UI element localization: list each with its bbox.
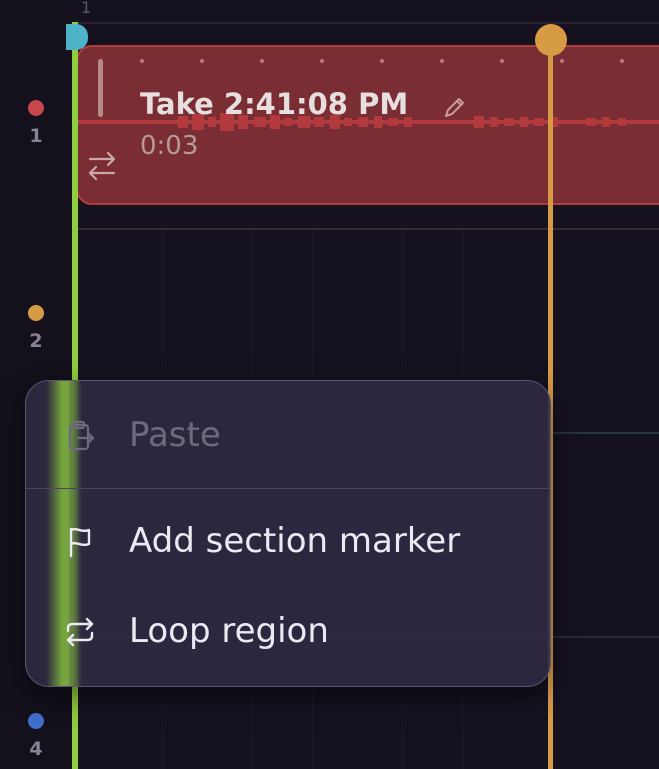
menu-item-paste[interactable]: Paste [26,393,550,479]
region-title: Take 2:41:08 PM [140,87,409,121]
ruler-divider [72,22,659,24]
region-grid-dot [380,59,384,63]
secondary-playhead-handle[interactable] [535,24,567,56]
region-grid-dot [140,59,144,63]
track-2-number: 2 [29,330,43,352]
track-1-color-dot[interactable] [28,100,44,116]
swap-arrows-icon[interactable] [84,147,120,183]
region-duration: 0:03 [140,131,199,161]
menu-item-label: Paste [129,415,221,455]
region-grid-dot [620,59,624,63]
audio-region[interactable]: Take 2:41:08 PM 0:03 [76,45,659,205]
track-4-number: 4 [29,738,43,760]
menu-item-label: Add section marker [129,521,461,561]
region-grid-dot [500,59,504,63]
loop-icon [66,617,94,647]
menu-item-add-section-marker[interactable]: Add section marker [26,499,550,585]
ruler-bar-number: 1 [81,0,92,17]
region-grid-dot [440,59,444,63]
menu-divider [26,488,550,489]
track-2-color-dot[interactable] [28,305,44,321]
context-menu: Paste Add section marker Loop region [25,380,551,687]
track-lane-separator [72,228,659,230]
region-resize-handle[interactable] [98,59,103,117]
menu-item-label: Loop region [129,611,329,651]
track-4-color-dot[interactable] [28,713,44,729]
menu-item-loop-region[interactable]: Loop region [26,589,550,675]
pencil-icon[interactable] [440,94,468,122]
track-1-number: 1 [29,125,43,147]
paste-icon [68,420,95,451]
playhead-handle[interactable] [66,24,88,50]
region-grid-dot [560,59,564,63]
region-grid-dot [320,59,324,63]
region-grid-dot [200,59,204,63]
flag-icon [69,527,91,558]
region-grid-dot [260,59,264,63]
